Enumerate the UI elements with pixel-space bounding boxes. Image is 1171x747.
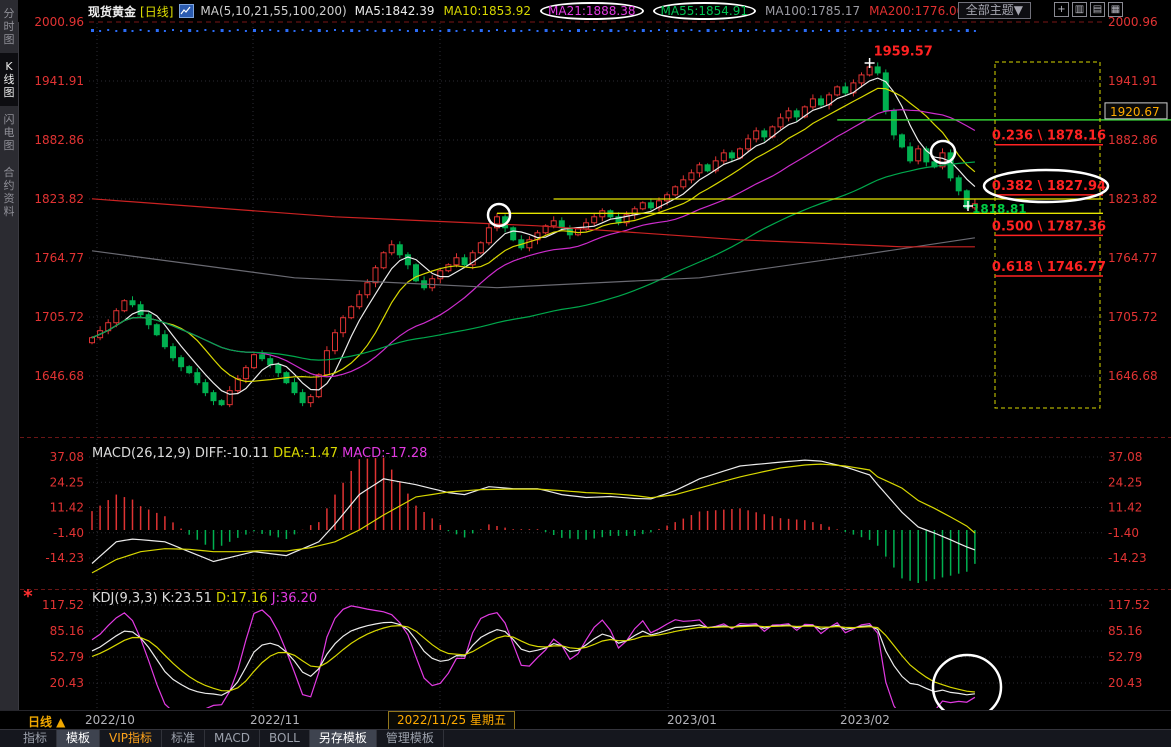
tab-BOLL[interactable]: BOLL	[260, 730, 310, 747]
tab-VIP指标[interactable]: VIP指标	[100, 730, 162, 747]
tab-标准[interactable]: 标准	[162, 730, 205, 747]
ma-value-label: MA200:1776.00	[869, 4, 964, 18]
mini-chart-icon	[179, 4, 194, 18]
period-tag: [日线]	[140, 3, 173, 20]
tab-管理模板[interactable]: 管理模板	[377, 730, 444, 747]
ma-values: MA5:1842.39 MA10:1853.92 MA21:1888.38 MA55:…	[355, 4, 974, 18]
theme-selector-button[interactable]: 全部主题▼	[958, 2, 1031, 19]
sidebar-item-闪电图[interactable]: 闪电图	[0, 106, 18, 159]
ma-value-label: MA5:1842.39	[355, 4, 435, 18]
time-axis-label: 2022/11	[250, 713, 300, 727]
header-toolbar: +▥▤▦	[1054, 2, 1123, 17]
time-axis-label: 2023/02	[840, 713, 890, 727]
ma-settings-label: MA(5,10,21,55,100,200)	[200, 4, 346, 18]
ma-value-label: MA21:1888.38	[540, 2, 644, 20]
tab-MACD[interactable]: MACD	[205, 730, 260, 747]
time-axis-row: 日线 ▲ 2022/10 2022/11 2023/01 2023/02 2022/1…	[0, 710, 1171, 730]
ma-value-label: MA100:1785.17	[765, 4, 860, 18]
tab-模板[interactable]: 模板	[57, 730, 100, 747]
pane-export-icon[interactable]: ▦	[1108, 2, 1123, 17]
tab-另存模板[interactable]: 另存模板	[310, 730, 377, 747]
symbol-title: 现货黄金	[88, 3, 136, 20]
tab-指标[interactable]: 指标	[14, 730, 57, 747]
bottom-tab-bar: 指标模板VIP指标标准MACDBOLL另存模板管理模板	[0, 729, 1171, 747]
sidebar-item-分时图[interactable]: 分时图	[0, 0, 18, 53]
move-icon[interactable]: +	[1054, 2, 1069, 17]
crosshair-date-label: 2022/11/25 星期五	[388, 711, 515, 730]
app-window: 分时图K线图闪电图合约资料 现货黄金 [日线] MA(5,10,21,55,10…	[0, 0, 1171, 747]
time-axis-label: 2022/10	[85, 713, 135, 727]
chart-area[interactable]	[18, 22, 1171, 710]
pane-shift-icon[interactable]: ▤	[1090, 2, 1105, 17]
sidebar-item-合约资料[interactable]: 合约资料	[0, 159, 18, 225]
ma-value-label: MA10:1853.92	[444, 4, 532, 18]
pane-layout-icon[interactable]: ▥	[1072, 2, 1087, 17]
sidebar-item-K线图[interactable]: K线图	[0, 53, 18, 106]
time-axis-label: 2023/01	[667, 713, 717, 727]
period-dropdown[interactable]: 日线 ▲	[28, 713, 65, 730]
left-sidebar: 分时图K线图闪电图合约资料	[0, 0, 19, 747]
chart-header: 现货黄金 [日线] MA(5,10,21,55,100,200) MA5:184…	[18, 0, 1171, 22]
ma-value-label: MA55:1854.91	[653, 2, 757, 20]
